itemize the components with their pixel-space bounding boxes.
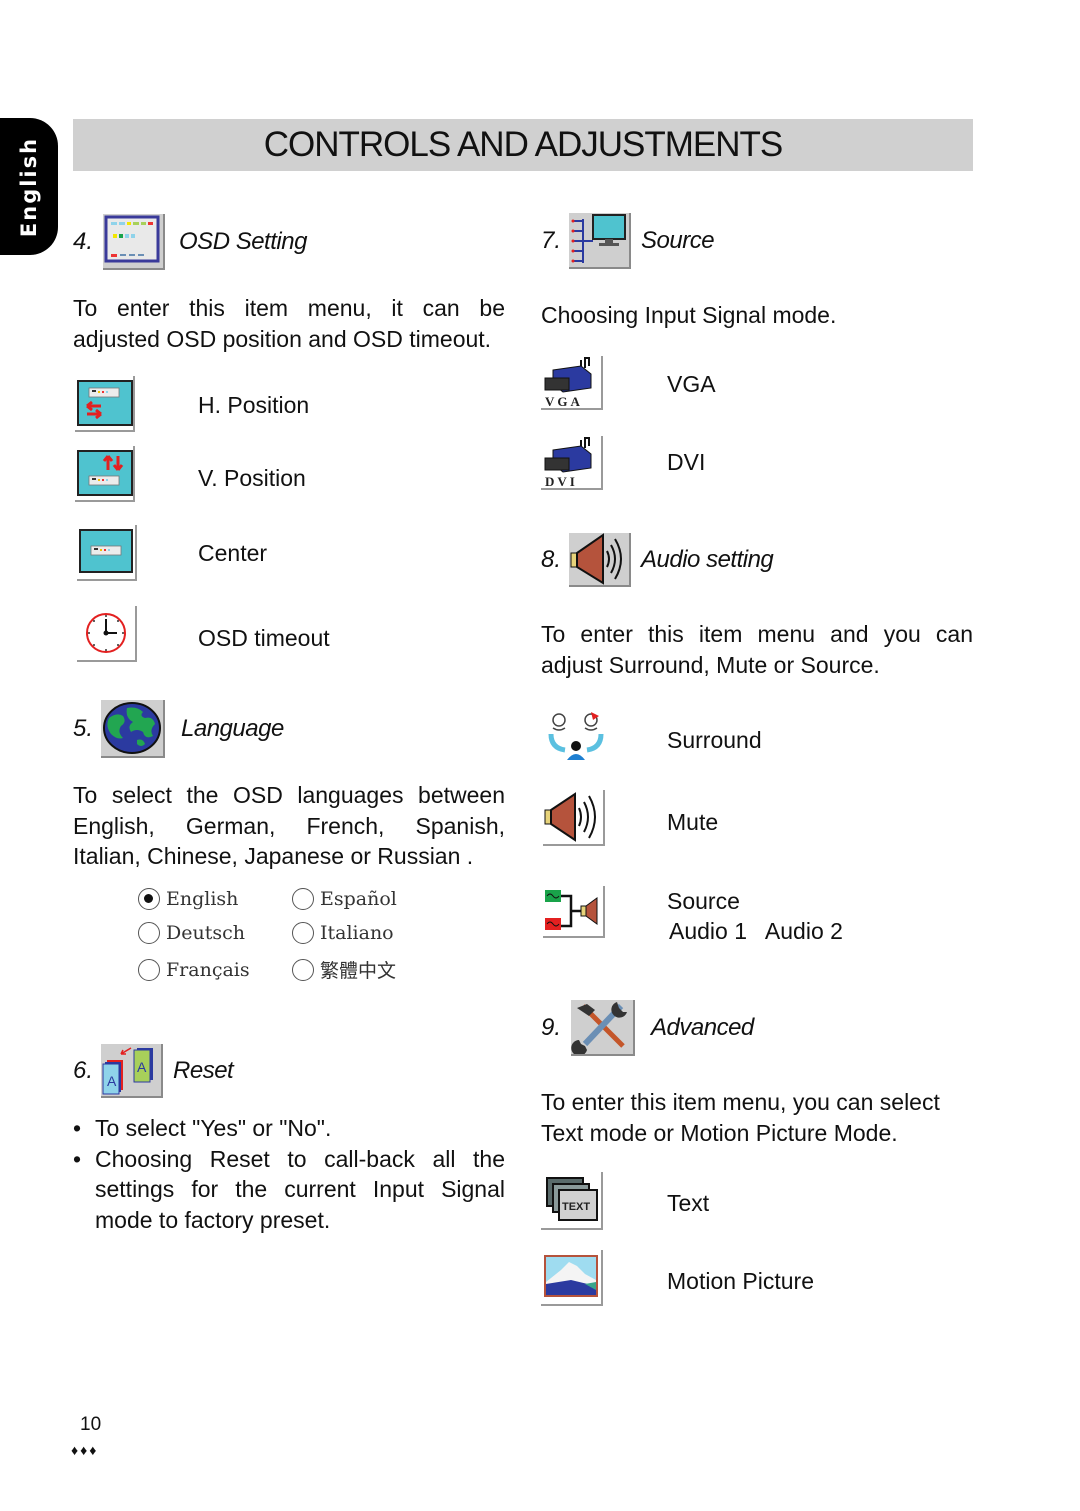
section-source-header: 7. Source xyxy=(541,213,715,269)
center-label: Center xyxy=(198,540,268,566)
radio-button[interactable] xyxy=(138,888,160,910)
language-option-chinese[interactable]: 繁體中文 xyxy=(292,956,462,983)
v-position-label: V. Position xyxy=(198,465,306,491)
source-icon xyxy=(569,213,632,269)
audio-source-options: Audio 1 Audio 2 xyxy=(669,918,843,944)
reset-icon: A A xyxy=(101,1044,164,1098)
dvi-label: DVI xyxy=(667,449,706,475)
dvi-caption: DVI xyxy=(545,474,578,488)
vga-connector-icon[interactable]: VGA xyxy=(541,356,603,410)
h-position-label: H. Position xyxy=(198,392,310,418)
osd-setting-icon xyxy=(103,214,166,270)
section-reset-header: 6. A A Reset xyxy=(73,1043,234,1099)
osd-timeout-label: OSD timeout xyxy=(198,625,330,651)
option-label: Français xyxy=(166,958,250,981)
dvi-connector-icon[interactable]: DVI xyxy=(541,436,603,490)
surround-label: Surround xyxy=(667,727,762,753)
language-option-english[interactable]: English xyxy=(138,888,292,910)
center-icon[interactable] xyxy=(77,525,137,581)
section-number: 7. xyxy=(541,227,562,254)
footer-ornament: ♦♦♦ xyxy=(71,1442,99,1458)
radio-button[interactable] xyxy=(292,888,314,910)
language-side-tab: English xyxy=(0,118,58,255)
advanced-description: To enter this item menu, you can select … xyxy=(541,1089,940,1146)
audio-description: To enter this item menu and you can adju… xyxy=(541,621,973,678)
language-option-espanol[interactable]: Español xyxy=(292,888,462,910)
page-title-bar: CONTROLS AND ADJUSTMENTS xyxy=(73,119,973,171)
mute-label: Mute xyxy=(667,809,719,835)
section-title: Audio setting xyxy=(641,546,774,573)
text-mode-label: Text xyxy=(667,1190,710,1216)
radio-button[interactable] xyxy=(138,958,160,981)
radio-button[interactable] xyxy=(292,922,314,944)
reset-bullet: Choosing Reset to call-back all the sett… xyxy=(73,1144,505,1236)
osd-setting-description: To enter this item menu, it can be adjus… xyxy=(73,295,505,352)
section-number: 6. xyxy=(73,1057,94,1084)
audio-source-icon[interactable] xyxy=(543,886,605,938)
svg-text:A: A xyxy=(137,1059,147,1075)
section-advanced-header: 9. Advanced xyxy=(541,1000,754,1056)
section-number: 8. xyxy=(541,546,562,573)
h-position-icon[interactable] xyxy=(75,376,135,432)
language-options: English Español Deutsch Italiano Françai… xyxy=(138,888,468,983)
section-language-header: 5. Language xyxy=(73,700,284,758)
language-description: To select the OSD languages between Engl… xyxy=(73,782,505,869)
section-number: 5. xyxy=(73,715,94,742)
surround-icon[interactable] xyxy=(545,710,607,762)
section-title: Language xyxy=(181,715,284,742)
motion-picture-icon[interactable] xyxy=(541,1250,603,1306)
option-label: Deutsch xyxy=(166,922,245,944)
svg-text:A: A xyxy=(107,1073,117,1089)
section-audio-header: 8. Audio setting xyxy=(541,533,774,587)
page-number: 10 xyxy=(80,1414,102,1435)
motion-picture-label: Motion Picture xyxy=(667,1268,815,1294)
vga-label: VGA xyxy=(667,371,716,397)
reset-bullet-list: To select "Yes" or "No". Choosing Reset … xyxy=(73,1113,505,1235)
tools-icon xyxy=(571,1000,636,1056)
text-mode-caption: TEXT xyxy=(562,1201,590,1213)
option-label: Español xyxy=(320,888,397,910)
reset-bullet: To select "Yes" or "No". xyxy=(73,1113,505,1144)
language-option-italiano[interactable]: Italiano xyxy=(292,922,462,944)
section-title: OSD Setting xyxy=(179,228,307,255)
section-osd-setting-header: 4. OSD Setting xyxy=(73,214,307,270)
v-position-icon[interactable] xyxy=(75,446,135,502)
radio-button[interactable] xyxy=(292,958,314,981)
mute-icon[interactable] xyxy=(543,790,605,846)
text-mode-icon[interactable]: TEXT xyxy=(541,1172,603,1230)
radio-button[interactable] xyxy=(138,922,160,944)
language-option-deutsch[interactable]: Deutsch xyxy=(138,922,292,944)
audio-source-label: Source xyxy=(667,888,740,914)
clock-icon[interactable] xyxy=(77,606,137,662)
section-title: Source xyxy=(641,227,715,254)
option-label: English xyxy=(166,888,239,910)
option-label: Italiano xyxy=(320,922,394,944)
option-label: 繁體中文 xyxy=(320,960,397,982)
section-number: 9. xyxy=(541,1014,562,1041)
page-title: CONTROLS AND ADJUSTMENTS xyxy=(263,125,784,164)
source-description: Choosing Input Signal mode. xyxy=(541,302,837,328)
section-number: 4. xyxy=(73,228,94,255)
globe-icon xyxy=(101,700,166,758)
language-side-tab-label: English xyxy=(17,136,41,237)
speaker-icon xyxy=(569,533,632,587)
vga-caption: VGA xyxy=(545,394,583,408)
language-option-francais[interactable]: Français xyxy=(138,956,292,983)
section-title: Advanced xyxy=(651,1014,754,1041)
section-title: Reset xyxy=(173,1057,234,1084)
